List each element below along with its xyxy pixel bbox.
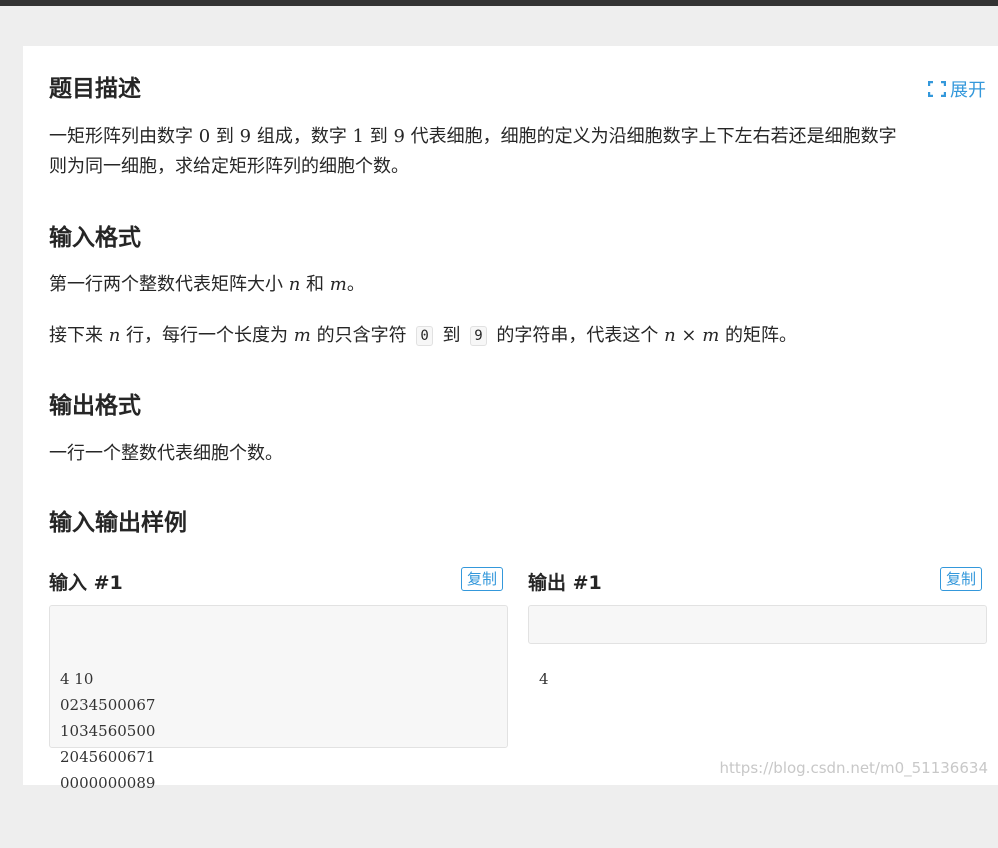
expand-icon [928, 81, 946, 97]
input-format-heading: 输入格式 [49, 225, 141, 251]
copy-input-button[interactable]: 复制 [461, 567, 504, 591]
input-format-paragraph-2: 接下来 n 行，每行一个长度为 m 的只含字符 0 到 9 的字符串，代表这个 … [49, 325, 798, 346]
sample-output-title: 输出 #1 [528, 572, 602, 594]
input-line: 4 10 [60, 670, 94, 688]
output-line: 4 [539, 670, 549, 688]
output-format-paragraph: 一行一个整数代表细胞个数。 [49, 443, 283, 464]
samples-heading: 输入输出样例 [49, 510, 187, 536]
inline-code-9: 9 [470, 326, 487, 346]
input-line: 0000000089 [60, 774, 156, 792]
sample-input-title: 输入 #1 [49, 572, 123, 594]
expand-button[interactable]: 展开 [928, 76, 986, 102]
description-line-2: 则为同一细胞，求给定矩形阵列的细胞个数。 [49, 156, 409, 177]
input-line: 0234500067 [60, 696, 156, 714]
inline-code-0: 0 [416, 326, 433, 346]
output-format-heading: 输出格式 [49, 393, 141, 419]
expand-label: 展开 [950, 80, 986, 101]
input-line: 1034560500 [60, 722, 156, 740]
input-format-paragraph-1: 第一行两个整数代表矩阵大小 n 和 m。 [49, 274, 365, 295]
sample-input-box[interactable]: 4 10 0234500067 1034560500 2045600671 000000… [49, 605, 508, 792]
input-line: 2045600671 [60, 748, 156, 766]
copy-output-button[interactable]: 复制 [940, 567, 983, 591]
watermark: https://blog.csdn.net/m0_51136634 [719, 759, 988, 777]
top-bar [0, 0, 998, 6]
sample-input-lines: 4 10 0234500067 1034560500 2045600671 000000… [60, 666, 497, 796]
description-line-1: 一矩形阵列由数字 0 到 9 组成，数字 1 到 9 代表细胞，细胞的定义为沿细… [49, 126, 897, 147]
sample-output-box[interactable]: 4 [528, 605, 987, 688]
problem-card: 展开 题目描述 一矩形阵列由数字 0 到 9 组成，数字 1 到 9 代表细胞，… [23, 46, 998, 792]
description-heading: 题目描述 [49, 76, 141, 102]
sample-output-lines: 4 [539, 666, 976, 692]
